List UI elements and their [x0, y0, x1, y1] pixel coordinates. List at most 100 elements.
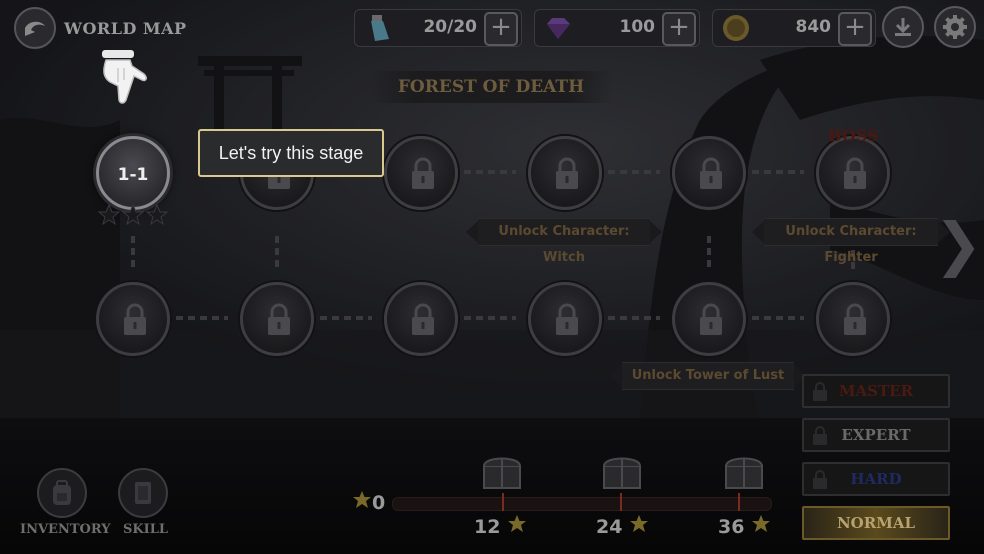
- star-progress-value: 0: [372, 492, 386, 514]
- star-icon: [752, 515, 771, 532]
- difficulty-label: EXPERT: [841, 426, 911, 444]
- add-energy-button[interactable]: +: [484, 12, 518, 46]
- stage-node-locked[interactable]: [672, 136, 746, 210]
- gold-coin-icon: [723, 15, 749, 41]
- path-connector: [608, 170, 660, 174]
- lock-icon: [124, 303, 146, 335]
- reward-chest-icon[interactable]: [722, 454, 766, 490]
- page-title: WORLD MAP: [64, 18, 187, 38]
- gem-counter: 100 +: [534, 9, 700, 47]
- lock-icon: [700, 303, 722, 335]
- download-icon: [895, 18, 911, 36]
- stage-number: 1-1: [117, 165, 149, 185]
- reward-chest-icon[interactable]: [600, 454, 644, 490]
- milestone-tick: [738, 493, 740, 511]
- path-connector: [464, 316, 516, 320]
- lock-icon: [556, 157, 578, 189]
- unlock-ribbon-fighter: Unlock Character: Fighter: [752, 218, 950, 265]
- energy-counter: 20/20 +: [354, 9, 522, 47]
- stage-node-boss-locked[interactable]: [816, 136, 890, 210]
- inventory-label: INVENTORY: [20, 522, 111, 537]
- lock-icon: [813, 470, 827, 489]
- backpack-icon: [53, 480, 71, 505]
- next-page-chevron-icon[interactable]: ❯: [934, 210, 983, 278]
- path-connector: [707, 236, 711, 272]
- inventory-button[interactable]: [37, 468, 87, 518]
- lock-icon: [700, 157, 722, 189]
- lock-icon: [844, 157, 866, 189]
- milestone-value: 24: [596, 516, 623, 538]
- star-icon: [353, 491, 371, 508]
- difficulty-hard-button[interactable]: HARD: [802, 462, 950, 496]
- add-gems-button[interactable]: +: [662, 12, 696, 46]
- difficulty-label: NORMAL: [836, 514, 916, 532]
- potion-icon: [371, 15, 389, 41]
- path-connector: [752, 316, 804, 320]
- stage-node-locked[interactable]: [384, 282, 458, 356]
- skill-label: SKILL: [123, 522, 169, 537]
- unlock-ribbon-witch: Unlock Character: Witch: [466, 218, 662, 265]
- energy-value: 20/20: [423, 17, 477, 37]
- stage-node-locked[interactable]: [528, 136, 602, 210]
- path-connector: [320, 316, 372, 320]
- gear-icon: [943, 15, 967, 39]
- add-gold-button[interactable]: +: [838, 12, 872, 46]
- stage-node-1-1[interactable]: 1-1: [96, 136, 170, 210]
- settings-button[interactable]: [934, 6, 976, 48]
- difficulty-normal-button[interactable]: NORMAL: [802, 506, 950, 540]
- difficulty-expert-button[interactable]: EXPERT: [802, 418, 950, 452]
- area-title: FOREST OF DEATH: [370, 71, 612, 103]
- star-icon: [121, 204, 145, 226]
- star-progress-bar: [392, 497, 772, 511]
- path-connector: [176, 316, 228, 320]
- milestone-36: 36: [718, 514, 771, 538]
- gold-value: 840: [795, 17, 832, 37]
- star-icon: [508, 515, 527, 532]
- stage-node-locked[interactable]: [528, 282, 602, 356]
- lock-icon: [556, 303, 578, 335]
- unlock-ribbon-tower: Unlock Tower of Lust: [610, 362, 806, 390]
- lock-icon: [412, 157, 434, 189]
- lock-icon: [412, 303, 434, 335]
- difficulty-label: MASTER: [838, 382, 914, 400]
- stage-node-locked[interactable]: [96, 282, 170, 356]
- lock-icon: [844, 303, 866, 335]
- world-map-screen: WORLD MAP 20/20 + 100 + 840 + FOREST OF …: [0, 0, 984, 554]
- back-button[interactable]: [14, 7, 56, 49]
- lock-icon: [813, 426, 827, 445]
- lock-icon: [813, 382, 827, 401]
- milestone-value: 36: [718, 516, 745, 538]
- gem-icon: [547, 18, 570, 39]
- gold-counter: 840 +: [712, 9, 876, 47]
- star-icon: [630, 515, 649, 532]
- milestone-tick: [502, 493, 504, 511]
- path-connector: [608, 316, 660, 320]
- star-icon: [145, 204, 169, 226]
- stage-node-locked[interactable]: [816, 282, 890, 356]
- lock-icon: [268, 303, 290, 335]
- star-icon: [98, 204, 121, 226]
- boss-label: BOSS: [828, 126, 879, 145]
- path-connector: [752, 170, 804, 174]
- pointing-hand-icon: [102, 50, 147, 104]
- path-connector: [275, 236, 279, 272]
- stage-node-locked[interactable]: [384, 136, 458, 210]
- milestone-tick: [620, 493, 622, 511]
- milestone-24: 24: [596, 514, 649, 538]
- gem-value: 100: [619, 17, 656, 37]
- difficulty-master-button[interactable]: MASTER: [802, 374, 950, 408]
- milestone-12: 12: [474, 514, 527, 538]
- difficulty-label: HARD: [850, 470, 902, 488]
- skill-book-icon: [135, 482, 151, 504]
- milestone-value: 12: [474, 516, 501, 538]
- back-arrow-icon: [25, 21, 45, 36]
- path-connector: [464, 170, 516, 174]
- skill-button[interactable]: [118, 468, 168, 518]
- path-connector: [131, 236, 135, 272]
- stage-node-locked[interactable]: [240, 282, 314, 356]
- download-button[interactable]: [882, 6, 924, 48]
- reward-chest-icon[interactable]: [480, 454, 524, 490]
- stage-stars: [98, 204, 169, 226]
- star-progress-current: 0: [352, 490, 385, 514]
- stage-node-locked[interactable]: [672, 282, 746, 356]
